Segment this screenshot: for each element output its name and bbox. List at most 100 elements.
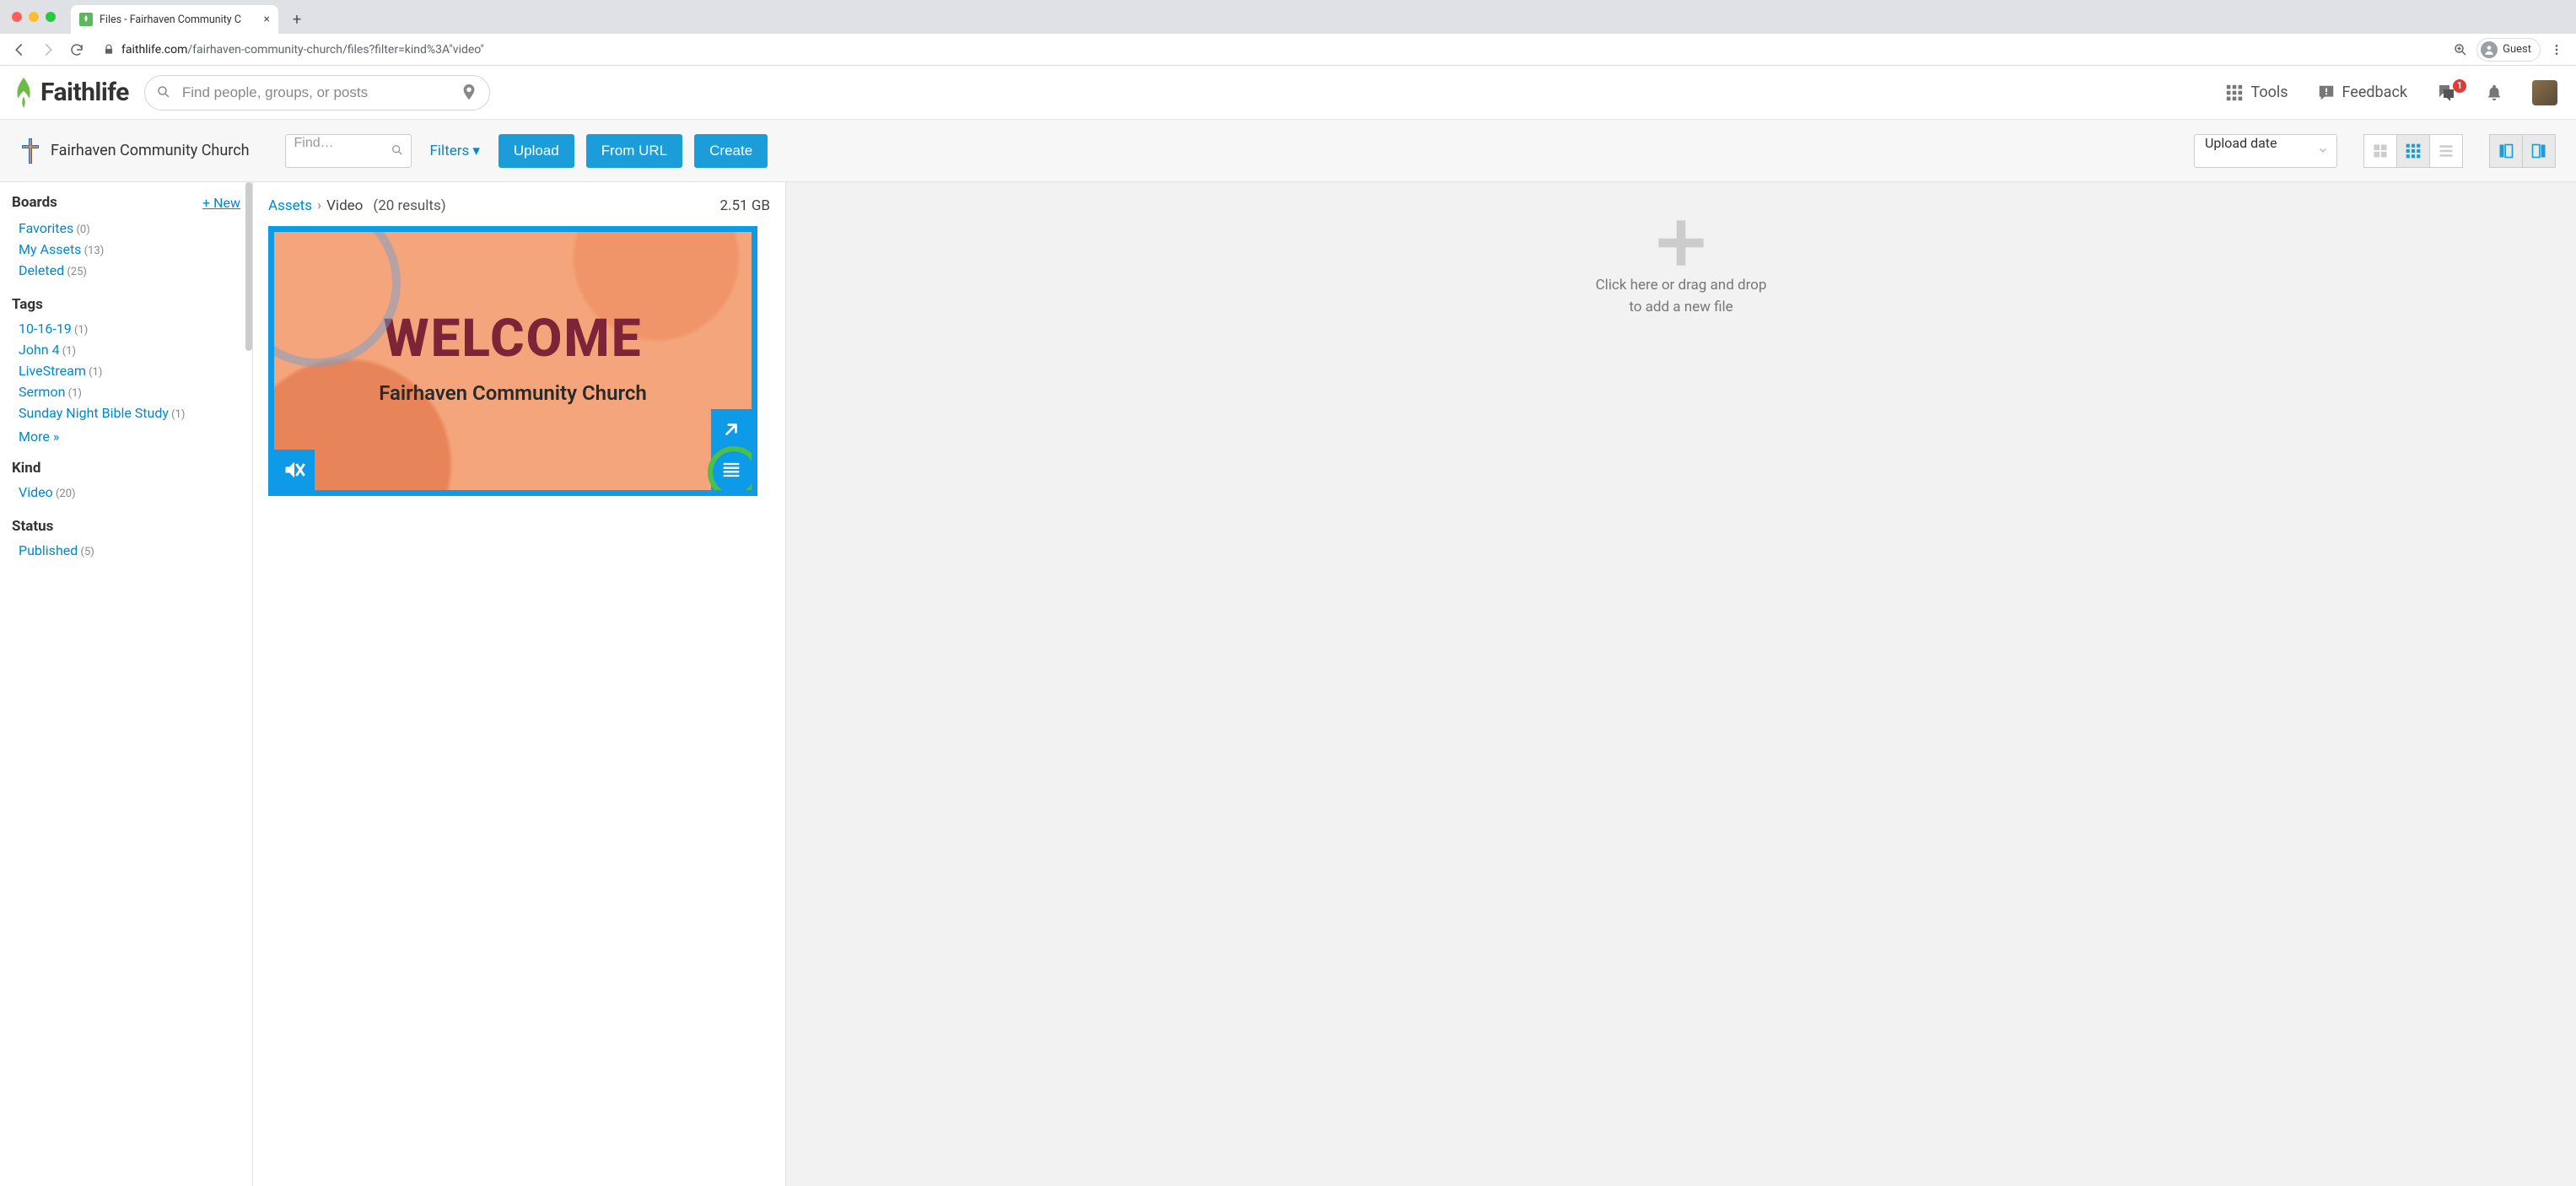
status-heading: Status (12, 518, 240, 535)
global-search (144, 75, 490, 111)
sidebar-tag-item[interactable]: Sermon (1) (12, 381, 240, 402)
plus-icon (1654, 216, 1708, 270)
upload-dropzone[interactable]: Click here or drag and drop to add a new… (786, 182, 2576, 1186)
caret-down-icon: ▾ (472, 143, 480, 159)
notifications-button[interactable] (2478, 84, 2510, 102)
cross-icon (20, 138, 40, 164)
asset-mute-icon[interactable] (274, 450, 315, 490)
app-header: Faithlife Tools Feedback 1 (0, 66, 2576, 120)
content-area: Assets › Video (20 results) 2.51 GB WELC… (253, 182, 786, 1186)
sidebar-kind-item-count: (20) (53, 488, 76, 500)
asset-open-icon[interactable] (711, 409, 752, 450)
sidebar-tag-item[interactable]: LiveStream (1) (12, 360, 240, 381)
sidebar-board-item-link[interactable]: Deleted (19, 262, 64, 278)
scrollbar[interactable] (245, 182, 252, 351)
tab-favicon-icon (79, 13, 93, 26)
messages-button[interactable]: 1 (2429, 83, 2463, 103)
location-icon[interactable] (460, 83, 478, 101)
from-url-button[interactable]: From URL (586, 134, 682, 168)
sidebar-tag-item-count: (1) (60, 345, 77, 358)
new-tab-button[interactable]: + (285, 8, 309, 31)
crumb-assets[interactable]: Assets (268, 197, 312, 214)
drop-text-line2: to add a new file (1596, 297, 1767, 319)
sidebar-tag-item-link[interactable]: 10-16-19 (19, 321, 72, 337)
view-large-grid-button[interactable] (2363, 134, 2397, 168)
boards-heading: Boards (12, 194, 57, 211)
guest-profile-button[interactable]: Guest (2476, 38, 2541, 62)
group-name-label: Fairhaven Community Church (51, 142, 250, 159)
zoom-icon[interactable] (2448, 37, 2473, 62)
url-path: /fairhaven-community-church/files?filter… (187, 43, 483, 57)
sidebar-tag-item[interactable]: Sunday Night Bible Study (1) (12, 402, 240, 423)
asset-card[interactable]: WELCOME Fairhaven Community Church (268, 226, 757, 496)
sidebar: Boards + New Favorites (0)My Assets (13)… (0, 182, 253, 1186)
find-input[interactable] (294, 136, 385, 151)
sidebar-kind-item[interactable]: Video (20) (12, 482, 240, 503)
sidebar-kind-item-link[interactable]: Video (19, 484, 53, 500)
view-list-button[interactable] (2429, 134, 2463, 168)
filters-button[interactable]: Filters ▾ (423, 143, 487, 159)
chevron-down-icon (2317, 144, 2329, 156)
grid-icon (2225, 84, 2244, 102)
create-button[interactable]: Create (694, 134, 768, 168)
tab-title: Files - Fairhaven Community C (100, 13, 257, 26)
sidebar-board-item-link[interactable]: My Assets (19, 241, 81, 257)
search-input[interactable] (144, 75, 490, 111)
sidebar-board-item-count: (13) (81, 245, 104, 257)
tab-close-icon[interactable]: × (264, 13, 270, 26)
sort-label: Upload date (2205, 135, 2277, 151)
breadcrumb: Assets › Video (20 results) 2.51 GB (268, 197, 770, 214)
sidebar-status-item-link[interactable]: Published (19, 542, 78, 558)
kind-heading: Kind (12, 460, 240, 477)
sidebar-tag-item-link[interactable]: LiveStream (19, 363, 86, 379)
sidebar-status-item-count: (5) (78, 546, 94, 558)
sidebar-status-item[interactable]: Published (5) (12, 540, 240, 561)
sidebar-tag-item-link[interactable]: John 4 (19, 342, 60, 358)
logo[interactable]: Faithlife (12, 78, 129, 108)
browser-tab[interactable]: Files - Fairhaven Community C × (71, 5, 278, 34)
sidebar-board-item[interactable]: My Assets (13) (12, 239, 240, 260)
sidebar-tag-item[interactable]: 10-16-19 (1) (12, 318, 240, 339)
sort-select[interactable]: Upload date (2194, 134, 2337, 168)
upload-button[interactable]: Upload (498, 134, 574, 168)
sidebar-tag-item-link[interactable]: Sunday Night Bible Study (19, 405, 169, 421)
user-avatar[interactable] (2525, 80, 2564, 105)
window-controls (12, 12, 56, 22)
panel-right-button[interactable] (2522, 134, 2556, 168)
asset-details-icon[interactable] (711, 450, 752, 490)
sidebar-tag-item[interactable]: John 4 (1) (12, 339, 240, 360)
sidebar-board-item-count: (25) (64, 266, 87, 278)
sidebar-board-item-link[interactable]: Favorites (19, 220, 73, 236)
sidebar-board-item[interactable]: Deleted (25) (12, 260, 240, 281)
url-field[interactable]: faithlife.com/fairhaven-community-church… (93, 38, 2444, 62)
tools-button[interactable]: Tools (2218, 84, 2294, 102)
more-tags-link[interactable]: More » (19, 429, 59, 445)
find-search-icon[interactable] (391, 143, 404, 157)
flame-icon (12, 78, 35, 108)
browser-menu-icon[interactable] (2544, 37, 2569, 62)
sidebar-tag-item-count: (1) (65, 387, 82, 400)
drop-text-line1: Click here or drag and drop (1596, 275, 1767, 297)
window-close-icon[interactable] (12, 12, 22, 22)
sidebar-tag-item-count: (1) (169, 408, 186, 421)
sidebar-tag-item-link[interactable]: Sermon (19, 384, 65, 400)
window-maximize-icon[interactable] (46, 12, 56, 22)
bell-icon (2485, 84, 2503, 102)
filters-label: Filters (430, 143, 470, 159)
lock-icon (103, 44, 115, 56)
feedback-icon (2317, 84, 2336, 102)
forward-button[interactable] (35, 37, 61, 62)
feedback-button[interactable]: Feedback (2310, 84, 2414, 102)
back-button[interactable] (7, 37, 32, 62)
sidebar-board-item[interactable]: Favorites (0) (12, 218, 240, 239)
view-small-grid-button[interactable] (2396, 134, 2430, 168)
asset-title: WELCOME (274, 308, 752, 369)
new-board-button[interactable]: + New (202, 195, 240, 211)
crumb-sep: › (317, 197, 321, 214)
panel-left-button[interactable] (2489, 134, 2523, 168)
reload-button[interactable] (64, 37, 89, 62)
sidebar-board-item-count: (0) (73, 224, 90, 236)
asset-subtitle: Fairhaven Community Church (274, 381, 752, 405)
group-name[interactable]: Fairhaven Community Church (20, 138, 250, 164)
window-minimize-icon[interactable] (29, 12, 39, 22)
